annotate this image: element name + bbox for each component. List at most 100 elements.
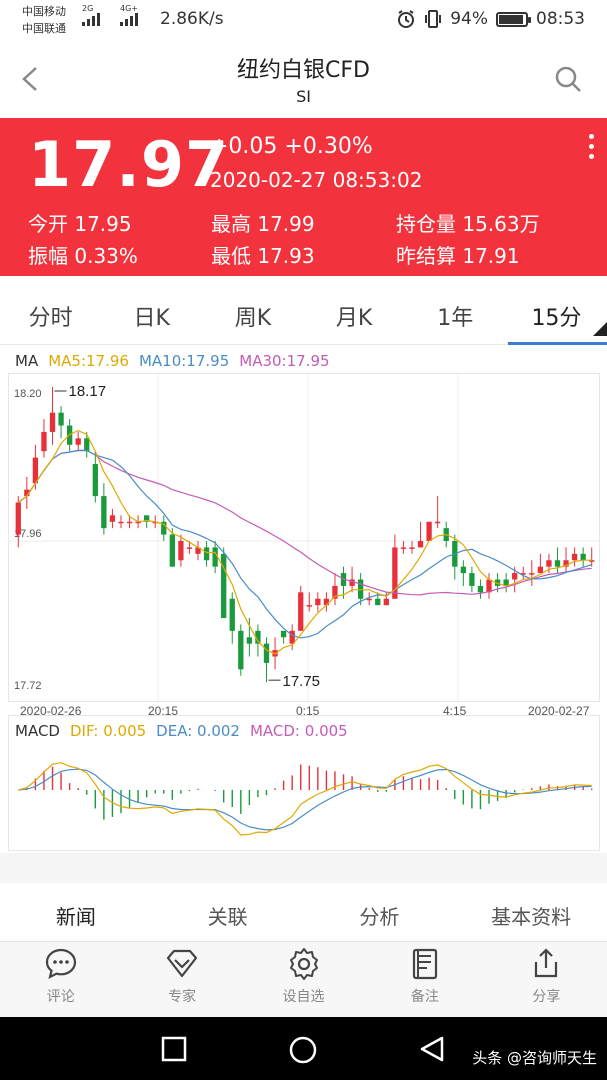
candle-body [263,643,270,663]
tab-daily-k[interactable]: 日K [101,290,202,344]
signal-2-icon: 4G+ [120,4,138,26]
status-bar: 中国移动 中国联通 2G 4G+ 2.86K/s 94% 08:53 [0,0,607,42]
chart-canvas: 18.2017.9617.722020-02-26 20:15 0:15 4:15 20… [8,373,600,851]
tab-weekly-k[interactable]: 周K [202,290,303,344]
amplitude: 振幅 0.33% [28,244,138,268]
period-tabs: 分时 日K 周K 月K 1年 15分 [0,290,607,345]
candle-body [178,541,184,561]
search-icon[interactable] [553,64,583,94]
section-divider [0,853,607,883]
share-label: 分享 [532,989,561,1005]
candle-body [486,579,492,593]
macd-value: MACD: 0.005 [249,722,348,740]
network-speed: 2.86K/s [160,9,224,29]
tab-timeshare[interactable]: 分时 [0,290,101,344]
candle-body [529,573,535,575]
candle-body [75,438,81,445]
max-price-label: 18.17 [69,383,107,400]
candle-body [383,598,389,606]
signal-icons: 2G 4G+ [82,4,138,26]
quote-stats-row: 振幅 0.33% 最低 17.93 昨结算 17.91 [28,240,588,272]
battery-icon [496,11,531,27]
ma5-line [17,429,592,655]
watermark: 头条 @咨询师天生 [472,1049,597,1067]
candle-body [357,579,364,599]
tab-related[interactable]: 关联 [152,883,304,941]
battery-percent: 94% [450,9,488,29]
y-tick-label: 18.20 [14,388,42,400]
candle-body [477,585,484,593]
candle-body [580,553,586,561]
home-icon[interactable] [288,1035,318,1065]
carrier-2: 中国联通 [22,22,66,35]
kline-chart[interactable]: 18.20 17.96 17.72 2020-02-26 20:15 0:15 4:15 20… [8,345,600,853]
page-subtitle: SI [296,87,311,106]
candle-body [417,541,424,548]
candle-body [238,630,244,670]
candle-body [512,573,518,580]
macd-label: MACD [15,722,60,740]
candle-body [460,566,466,574]
candle-body [118,521,124,524]
note-button[interactable]: 备注 [364,942,485,1017]
system-nav-bar: 头条 @咨询师天生 [0,1017,607,1080]
x-tick-label: 2020-02-27 [528,704,590,718]
open-price: 今开 17.95 [28,212,132,236]
tab-basic-info[interactable]: 基本资料 [455,883,607,941]
diamond-icon [167,949,198,978]
clock: 08:53 [536,9,585,29]
min-price-label: 17.75 [282,673,320,690]
candle-body [169,534,175,567]
add-watchlist-button[interactable]: 设自选 [243,942,364,1017]
tab-1-year[interactable]: 1年 [405,290,506,344]
comment-button[interactable]: 评论 [0,942,121,1017]
tab-news[interactable]: 新闻 [0,883,152,941]
candle-body [323,598,330,606]
low-price: 最低 17.93 [211,244,315,268]
high-price: 最高 17.99 [211,212,315,236]
candle-body [92,464,98,497]
price-change: +0.05 +0.30% [210,134,373,159]
candle-body [58,412,64,426]
more-menu-icon[interactable] [587,134,595,162]
candle-body [246,637,253,644]
prev-settlement: 昨结算 17.91 [396,244,520,268]
share-button[interactable]: 分享 [486,942,607,1017]
alarm-icon [398,10,415,28]
carrier-labels: 中国移动 中国联通 [22,3,66,37]
candle-body [186,547,193,549]
candle-body [571,553,578,561]
candle-body [49,412,56,432]
candle-body [289,630,295,644]
tab-analysis[interactable]: 分析 [304,883,456,941]
signal-1-icon: 2G [82,4,100,26]
comment-label: 评论 [46,989,75,1005]
last-price: 17.97 [28,128,230,201]
gear-icon [289,948,318,980]
candle-body [546,560,552,567]
candle-body [101,496,107,529]
candle-body [15,502,21,535]
candle-body [280,630,287,638]
tab-monthly-k[interactable]: 月K [304,290,405,344]
candle-body [400,547,407,549]
action-bar: 评论 专家 设自选 备注 分享 [0,941,607,1017]
ma-legend: MA MA5:17.96 MA10:17.95 MA30:17.95 [15,352,330,370]
recents-icon[interactable] [160,1035,188,1063]
dif-value: DIF: 0.005 [69,722,147,740]
candle-body [409,547,415,549]
candle-body [469,573,475,586]
quote-time: 2020-02-27 08:53:02 [210,168,423,192]
back-nav-icon[interactable] [418,1035,446,1063]
open-interest: 持仓量 15.63万 [396,212,540,236]
vibrate-icon [425,10,442,28]
note-label: 备注 [410,989,439,1005]
tab-dropdown-indicator-icon[interactable] [593,322,607,336]
tab-15-min[interactable]: 15分 [506,290,607,345]
candle-body [315,598,321,606]
ma30-value: MA30:17.95 [239,352,330,370]
ma-label: MA [15,352,39,370]
expert-button[interactable]: 专家 [121,942,242,1017]
x-tick-label: 20:15 [148,704,178,718]
candle-body [375,598,381,606]
